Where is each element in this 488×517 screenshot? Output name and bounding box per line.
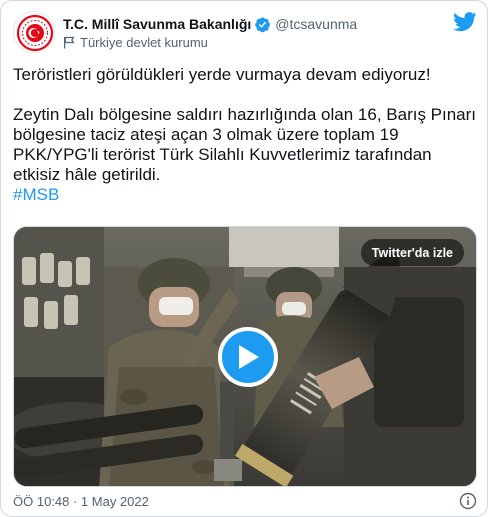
video-player[interactable]: Twitter'da izle	[13, 226, 477, 487]
ministry-emblem-icon	[15, 13, 54, 52]
government-flag-icon	[63, 36, 75, 49]
tweet-footer: ÖÖ 10:48 · 1 May 2022	[13, 492, 477, 512]
government-label: Türkiye devlet kurumu	[63, 33, 208, 51]
play-button[interactable]	[218, 327, 278, 387]
tweet-timestamp[interactable]: ÖÖ 10:48 · 1 May 2022	[13, 494, 149, 509]
tweet-card[interactable]: T.C. Millî Savunma Bakanlığı @tcsavunma …	[0, 0, 488, 517]
government-label-text: Türkiye devlet kurumu	[80, 34, 208, 50]
avatar[interactable]	[13, 11, 55, 53]
info-icon[interactable]	[459, 492, 477, 510]
tweet-text-line1: Teröristleri görüldükleri yerde vurmaya …	[13, 65, 431, 84]
author-handle[interactable]: @tcsavunma	[275, 16, 357, 32]
author-display-name[interactable]: T.C. Millî Savunma Bakanlığı	[63, 16, 251, 32]
hashtag-link[interactable]: #MSB	[13, 185, 59, 204]
tweet-text: Teröristleri görüldükleri yerde vurmaya …	[13, 65, 477, 205]
play-icon	[239, 345, 259, 369]
tweet-text-paragraph2: Zeytin Dalı bölgesine saldırı hazırlığın…	[13, 105, 477, 184]
verified-badge-icon	[254, 16, 271, 33]
author-name-row[interactable]: T.C. Millî Savunma Bakanlığı @tcsavunma	[63, 14, 357, 34]
twitter-bird-icon[interactable]	[453, 11, 477, 33]
tweet-header: T.C. Millî Savunma Bakanlığı @tcsavunma …	[13, 11, 477, 55]
watch-on-twitter-button[interactable]: Twitter'da izle	[360, 239, 464, 266]
